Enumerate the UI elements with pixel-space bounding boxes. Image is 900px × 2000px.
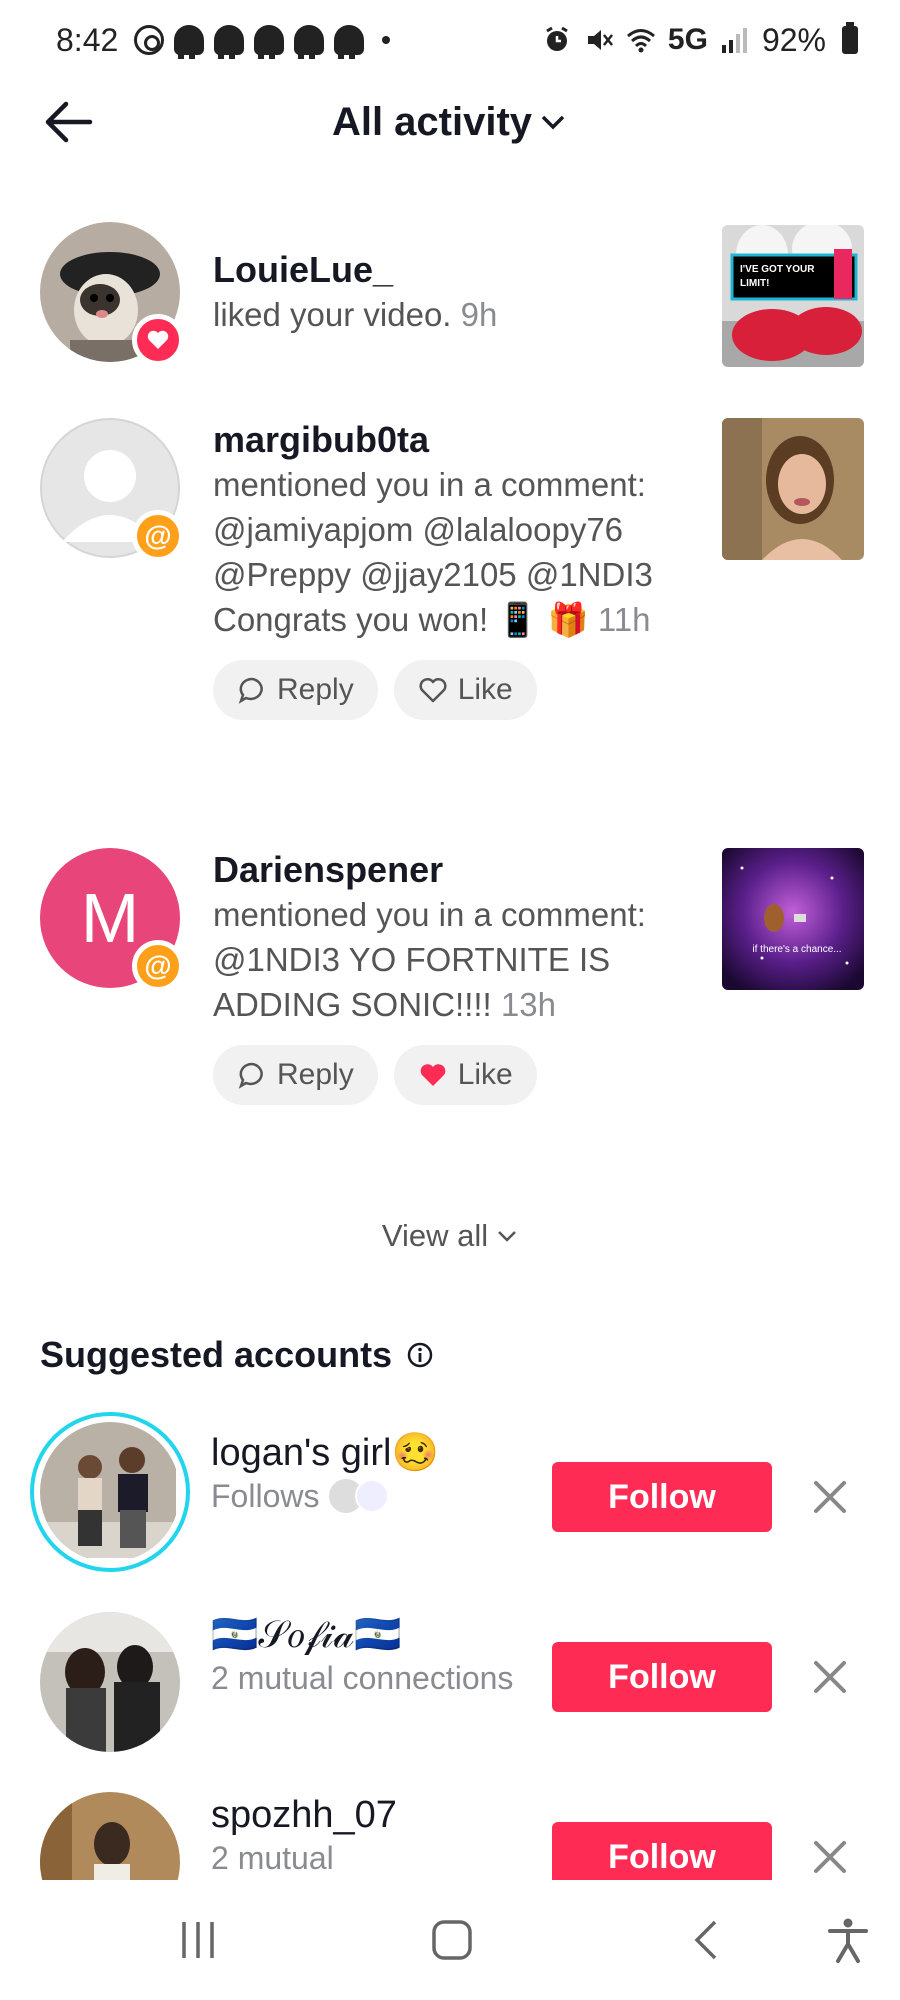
battery-icon [842,22,858,54]
suggested-accounts-heading: Suggested accounts [40,1334,434,1376]
notification-username[interactable]: margibub0ta [213,418,693,462]
account-name[interactable]: logan's girl🥴 [211,1430,541,1476]
page-title: All activity [331,99,533,144]
mutual-avatar [355,1479,390,1513]
notification-avatar[interactable]: @ [40,418,184,562]
follow-button[interactable]: Follow [552,1462,772,1532]
chevron-down-icon [541,115,565,130]
snapchat-icon [334,25,365,59]
info-icon[interactable] [406,1341,434,1369]
accessibility-icon[interactable] [824,1916,872,1964]
back-arrow-icon[interactable] [40,94,96,150]
mention-badge-icon: @ [132,510,184,562]
notification-item[interactable]: LouieLue_ liked your video. 9h I'VE GOT … [0,222,900,372]
dismiss-close-icon[interactable] [808,1835,852,1879]
heart-filled-icon [420,1064,446,1086]
signal-icon [721,28,747,53]
view-all-label: View all [381,1218,489,1253]
network-type: 5G [667,23,708,56]
snapchat-icon [294,25,325,59]
follow-button[interactable]: Follow [552,1822,772,1880]
suggested-account-clip: spozhh_07 2 mutual Follow [0,1780,900,1880]
comment-icon [238,677,263,704]
heart-outline-icon [419,677,447,703]
account-avatar[interactable] [30,1412,190,1572]
notification-item[interactable]: M @ Darienspener mentioned you in a comm… [0,848,900,1168]
follow-button[interactable]: Follow [552,1642,772,1712]
notification-time: 9h [460,296,498,333]
status-bar: 8:42 5G 92% [0,0,900,80]
status-time: 8:42 [56,21,119,58]
mention-badge-icon: @ [132,940,184,992]
account-avatar[interactable] [40,1612,180,1752]
comment-icon [238,1062,263,1089]
thumbnail-caption: if there's a chance... [752,944,842,955]
app-header: All activity [0,80,900,164]
thumbnail-caption: I'VE GOT YOUR LIMIT! [740,264,815,289]
back-icon[interactable] [685,1918,729,1962]
suggested-account-row[interactable]: spozhh_07 2 mutual Follow [0,1792,900,1880]
notification-username[interactable]: Darienspener [213,848,693,892]
notification-avatar[interactable]: M @ [40,848,184,992]
recent-apps-icon[interactable] [176,1918,220,1962]
view-all-button[interactable]: View all [0,1218,900,1254]
dismiss-close-icon[interactable] [808,1475,852,1519]
like-comment-button[interactable]: Like [393,660,537,720]
system-navigation-bar [0,1880,900,2000]
alarm-icon [546,26,568,51]
like-comment-button[interactable]: Like [393,1045,537,1105]
battery-percent: 92% [761,21,826,58]
notification-text: mentioned you in a comment: @jamiyapjom … [213,466,653,638]
notification-item[interactable]: @ margibub0ta mentioned you in a comment… [0,418,900,778]
home-icon[interactable] [430,1918,474,1962]
notification-time: 13h [500,986,556,1023]
wifi-icon [626,29,655,53]
like-badge-icon [132,314,184,366]
notification-time: 11h [597,601,651,638]
account-subtitle: 2 mutual [211,1840,334,1876]
avatar-letter: M [80,879,140,957]
reply-label: Reply [277,673,354,706]
like-label: Like [457,1058,513,1091]
suggested-account-row[interactable]: logan's girl🥴 Follows Follow [0,1412,900,1572]
threads-icon [134,25,165,55]
notification-text: liked your video. 9h [213,296,498,333]
account-name[interactable]: 🇸🇻𝒮𝑜𝒻𝒾𝒶🇸🇻 [211,1612,541,1658]
snapchat-icon [174,25,205,59]
more-notifications-dot-icon [382,36,391,44]
notification-username[interactable]: LouieLue_ [213,248,693,292]
account-subtitle: 2 mutual connections [211,1660,514,1696]
account-name[interactable]: spozhh_07 [211,1792,541,1838]
suggested-account-row[interactable]: 🇸🇻𝒮𝑜𝒻𝒾𝒶🇸🇻 2 mutual connections Follow [0,1612,900,1762]
account-avatar[interactable] [40,1792,180,1880]
video-thumbnail[interactable]: I'VE GOT YOUR LIMIT! [722,225,864,367]
snapchat-icon [254,25,285,59]
dismiss-close-icon[interactable] [808,1655,852,1699]
reply-button[interactable]: Reply [213,660,378,720]
reply-button[interactable]: Reply [213,1045,378,1105]
account-subtitle: Follows [211,1476,541,1516]
mute-icon [587,30,613,50]
chevron-down-icon [498,1231,517,1242]
activity-filter-dropdown[interactable]: All activity [332,100,568,145]
notification-text: mentioned you in a comment: @1NDI3 YO FO… [213,896,646,1023]
video-thumbnail[interactable] [722,418,864,560]
notification-avatar[interactable] [40,222,184,366]
snapchat-icon [214,25,245,59]
video-thumbnail[interactable]: if there's a chance... [722,848,864,990]
like-label: Like [457,673,513,706]
reply-label: Reply [277,1058,354,1091]
